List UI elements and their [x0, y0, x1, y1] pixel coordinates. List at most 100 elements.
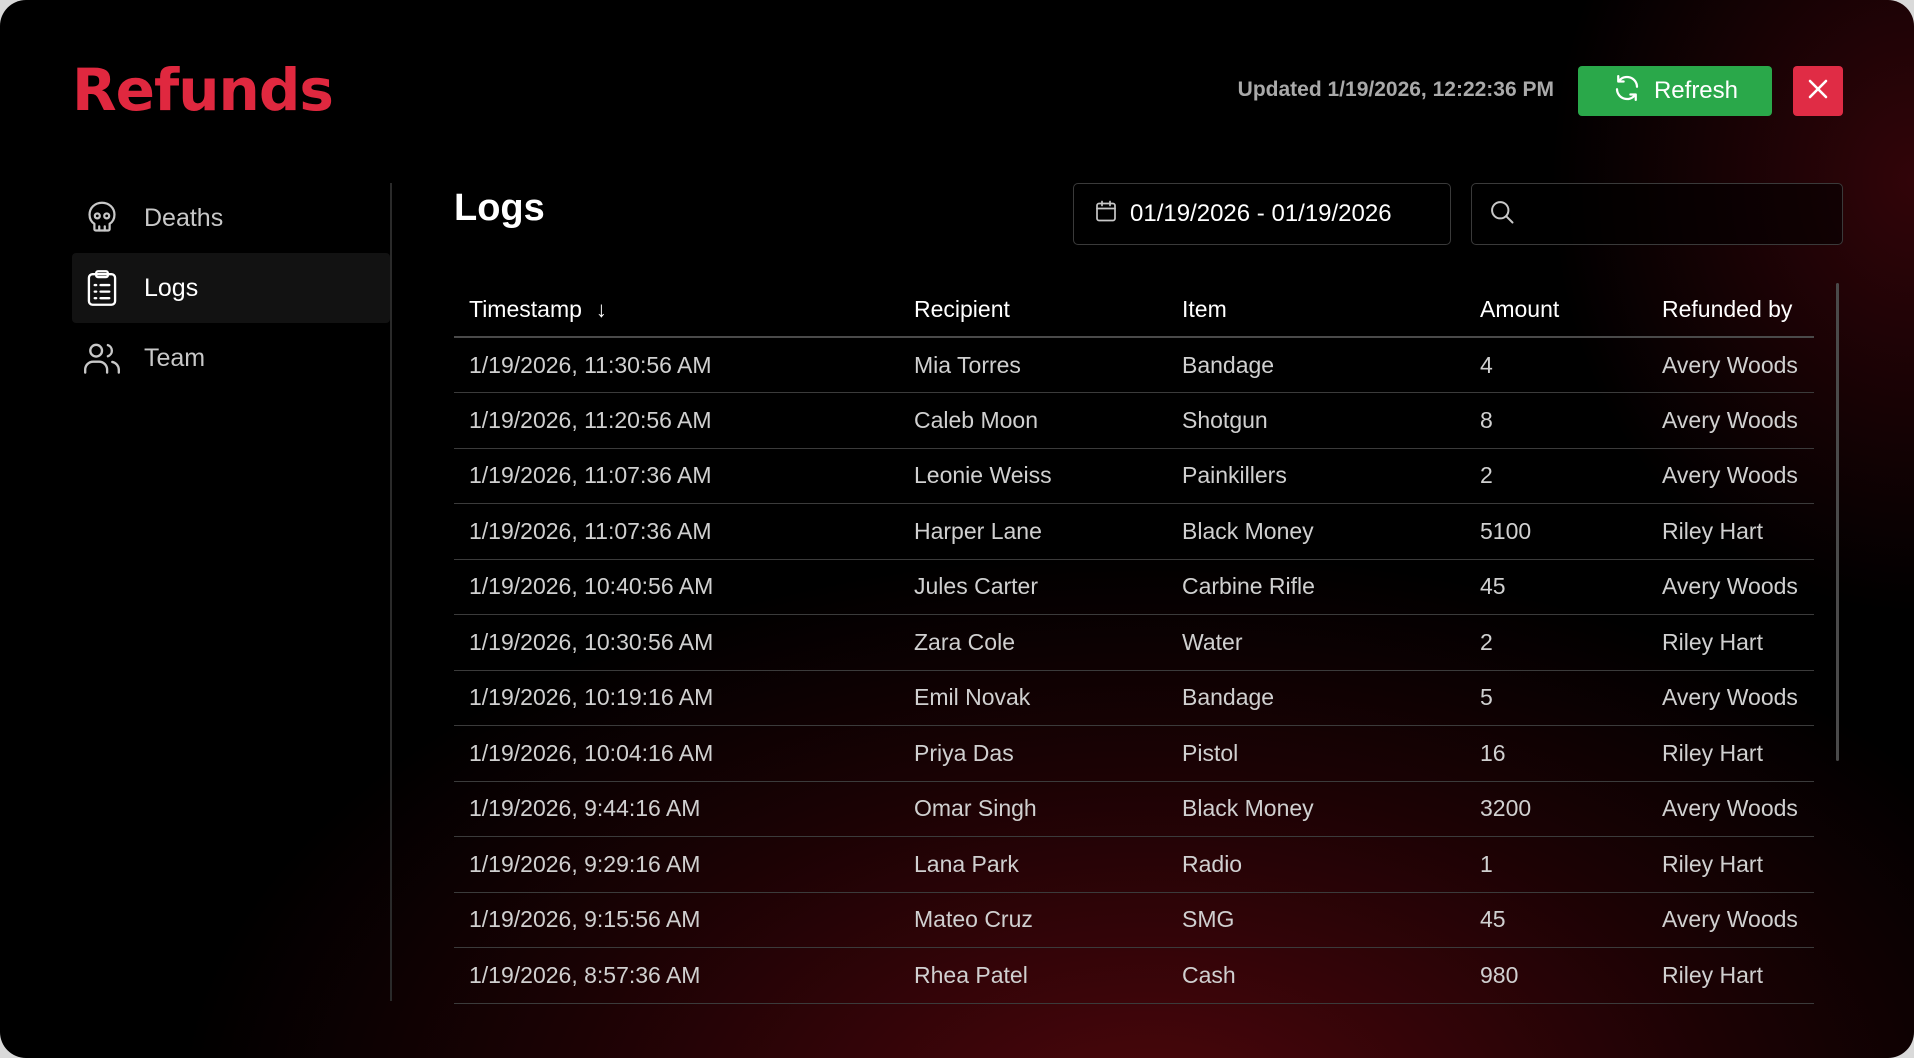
sidebar-item-label: Deaths — [144, 203, 224, 232]
table-scrollbar[interactable] — [1836, 283, 1839, 761]
skull-icon — [82, 198, 122, 238]
cell-timestamp: 1/19/2026, 9:29:16 AM — [454, 836, 899, 893]
cell-recipient: Harper Lane — [899, 503, 1167, 560]
cell-amount: 2 — [1465, 614, 1647, 671]
column-header-recipient[interactable]: Recipient — [899, 283, 1167, 338]
clipboard-list-icon — [82, 268, 122, 308]
cell-amount: 5100 — [1465, 503, 1647, 560]
cell-refunded-by: Riley Hart — [1647, 503, 1814, 560]
cell-timestamp: 1/19/2026, 11:30:56 AM — [454, 337, 899, 393]
cell-refunded-by: Avery Woods — [1647, 892, 1814, 948]
cell-refunded-by: Riley Hart — [1647, 836, 1814, 893]
date-range-picker[interactable]: 01/19/2026 - 01/19/2026 — [1073, 183, 1451, 245]
sidebar-divider — [390, 183, 392, 1001]
refresh-button[interactable]: Refresh — [1578, 66, 1772, 116]
table-row[interactable]: 1/19/2026, 10:19:16 AM Emil Novak Bandage 5… — [454, 670, 1814, 726]
app-window: Refunds Updated 1/19/2026, 12:22:36 PM R… — [0, 0, 1914, 1058]
sidebar-item-label: Team — [144, 343, 206, 372]
cell-timestamp: 1/19/2026, 10:40:56 AM — [454, 559, 899, 615]
table-row[interactable]: 1/19/2026, 11:30:56 AM Mia Torres Bandage 4… — [454, 337, 1814, 393]
cell-recipient: Jules Carter — [899, 559, 1167, 615]
cell-timestamp: 1/19/2026, 10:19:16 AM — [454, 670, 899, 726]
cell-refunded-by: Avery Woods — [1647, 781, 1814, 837]
table-header-row: Timestamp ↓ Recipient Item Amount Refunde… — [454, 283, 1814, 338]
cell-recipient: Rhea Patel — [899, 947, 1167, 1004]
cell-item: Cash — [1167, 947, 1465, 1004]
cell-item: Shotgun — [1167, 392, 1465, 449]
table-row[interactable]: 1/19/2026, 10:04:16 AM Priya Das Pistol 16 R… — [454, 725, 1814, 782]
sidebar-item-deaths[interactable]: Deaths — [72, 183, 390, 253]
table-row[interactable]: 1/19/2026, 11:20:56 AM Caleb Moon Shotgun 8… — [454, 392, 1814, 449]
cell-refunded-by: Riley Hart — [1647, 947, 1814, 1004]
updated-timestamp: Updated 1/19/2026, 12:22:36 PM — [1237, 78, 1554, 101]
cell-recipient: Leonie Weiss — [899, 448, 1167, 504]
table-row[interactable]: 1/19/2026, 9:29:16 AM Lana Park Radio 1 Rile… — [454, 836, 1814, 893]
cell-item: Carbine Rifle — [1167, 559, 1465, 615]
cell-amount: 980 — [1465, 947, 1647, 1004]
sidebar: Deaths Logs Team — [72, 183, 390, 393]
cell-amount: 16 — [1465, 725, 1647, 782]
cell-item: Black Money — [1167, 781, 1465, 837]
cell-item: Pistol — [1167, 725, 1465, 782]
cell-recipient: Priya Das — [899, 725, 1167, 782]
cell-recipient: Emil Novak — [899, 670, 1167, 726]
table-row[interactable]: 1/19/2026, 9:15:56 AM Mateo Cruz SMG 45 Aver… — [454, 892, 1814, 948]
table-row[interactable]: 1/19/2026, 10:30:56 AM Zara Cole Water 2 Ril… — [454, 614, 1814, 671]
cell-refunded-by: Avery Woods — [1647, 559, 1814, 615]
cell-amount: 1 — [1465, 836, 1647, 893]
cell-recipient: Mateo Cruz — [899, 892, 1167, 948]
sidebar-item-logs[interactable]: Logs — [72, 253, 390, 323]
column-header-timestamp[interactable]: Timestamp ↓ — [454, 283, 899, 338]
cell-refunded-by: Avery Woods — [1647, 337, 1814, 393]
table-row[interactable]: 1/19/2026, 10:40:56 AM Jules Carter Carbin… — [454, 559, 1814, 615]
cell-timestamp: 1/19/2026, 9:44:16 AM — [454, 781, 899, 837]
search-field[interactable] — [1471, 183, 1843, 245]
sidebar-item-team[interactable]: Team — [72, 323, 390, 393]
cell-item: Bandage — [1167, 670, 1465, 726]
close-button[interactable] — [1793, 66, 1843, 116]
cell-item: Radio — [1167, 836, 1465, 893]
cell-amount: 4 — [1465, 337, 1647, 393]
cell-recipient: Mia Torres — [899, 337, 1167, 393]
cell-timestamp: 1/19/2026, 11:20:56 AM — [454, 392, 899, 449]
sort-desc-icon: ↓ — [595, 297, 607, 322]
cell-recipient: Zara Cole — [899, 614, 1167, 671]
table-row[interactable]: 1/19/2026, 9:44:16 AM Omar Singh Black Mon… — [454, 781, 1814, 837]
cell-timestamp: 1/19/2026, 10:04:16 AM — [454, 725, 899, 782]
refresh-icon — [1612, 73, 1642, 110]
cell-timestamp: 1/19/2026, 10:30:56 AM — [454, 614, 899, 671]
table-row[interactable]: 1/19/2026, 11:07:36 AM Harper Lane Black M… — [454, 503, 1814, 560]
cell-refunded-by: Avery Woods — [1647, 448, 1814, 504]
cell-refunded-by: Riley Hart — [1647, 725, 1814, 782]
cell-item: Water — [1167, 614, 1465, 671]
column-header-refunded-by[interactable]: Refunded by — [1647, 283, 1814, 338]
app-title: Refunds — [72, 56, 334, 124]
calendar-icon — [1094, 199, 1118, 230]
date-range-value: 01/19/2026 - 01/19/2026 — [1130, 200, 1392, 227]
cell-amount: 2 — [1465, 448, 1647, 504]
table-row[interactable]: 1/19/2026, 11:07:36 AM Leonie Weiss Painki… — [454, 448, 1814, 504]
cell-timestamp: 1/19/2026, 11:07:36 AM — [454, 448, 899, 504]
refresh-label: Refresh — [1653, 77, 1739, 104]
logs-table-container: Timestamp ↓ Recipient Item Amount Refunde… — [454, 283, 1814, 1004]
cell-amount: 8 — [1465, 392, 1647, 449]
cell-amount: 5 — [1465, 670, 1647, 726]
table-row[interactable]: 1/19/2026, 8:57:36 AM Rhea Patel Cash 980 Ri… — [454, 947, 1814, 1004]
cell-item: Bandage — [1167, 337, 1465, 393]
cell-refunded-by: Avery Woods — [1647, 392, 1814, 449]
cell-timestamp: 1/19/2026, 8:57:36 AM — [454, 947, 899, 1004]
cell-timestamp: 1/19/2026, 9:15:56 AM — [454, 892, 899, 948]
search-input[interactable] — [1528, 201, 1818, 227]
column-header-amount[interactable]: Amount — [1465, 283, 1647, 338]
cell-item: SMG — [1167, 892, 1465, 948]
cell-recipient: Lana Park — [899, 836, 1167, 893]
column-header-item[interactable]: Item — [1167, 283, 1465, 338]
cell-amount: 45 — [1465, 559, 1647, 615]
users-icon — [82, 338, 122, 378]
cell-recipient: Caleb Moon — [899, 392, 1167, 449]
cell-refunded-by: Avery Woods — [1647, 670, 1814, 726]
logs-table: Timestamp ↓ Recipient Item Amount Refunde… — [454, 283, 1814, 1004]
cell-amount: 3200 — [1465, 781, 1647, 837]
close-icon — [1807, 78, 1829, 105]
cell-recipient: Omar Singh — [899, 781, 1167, 837]
